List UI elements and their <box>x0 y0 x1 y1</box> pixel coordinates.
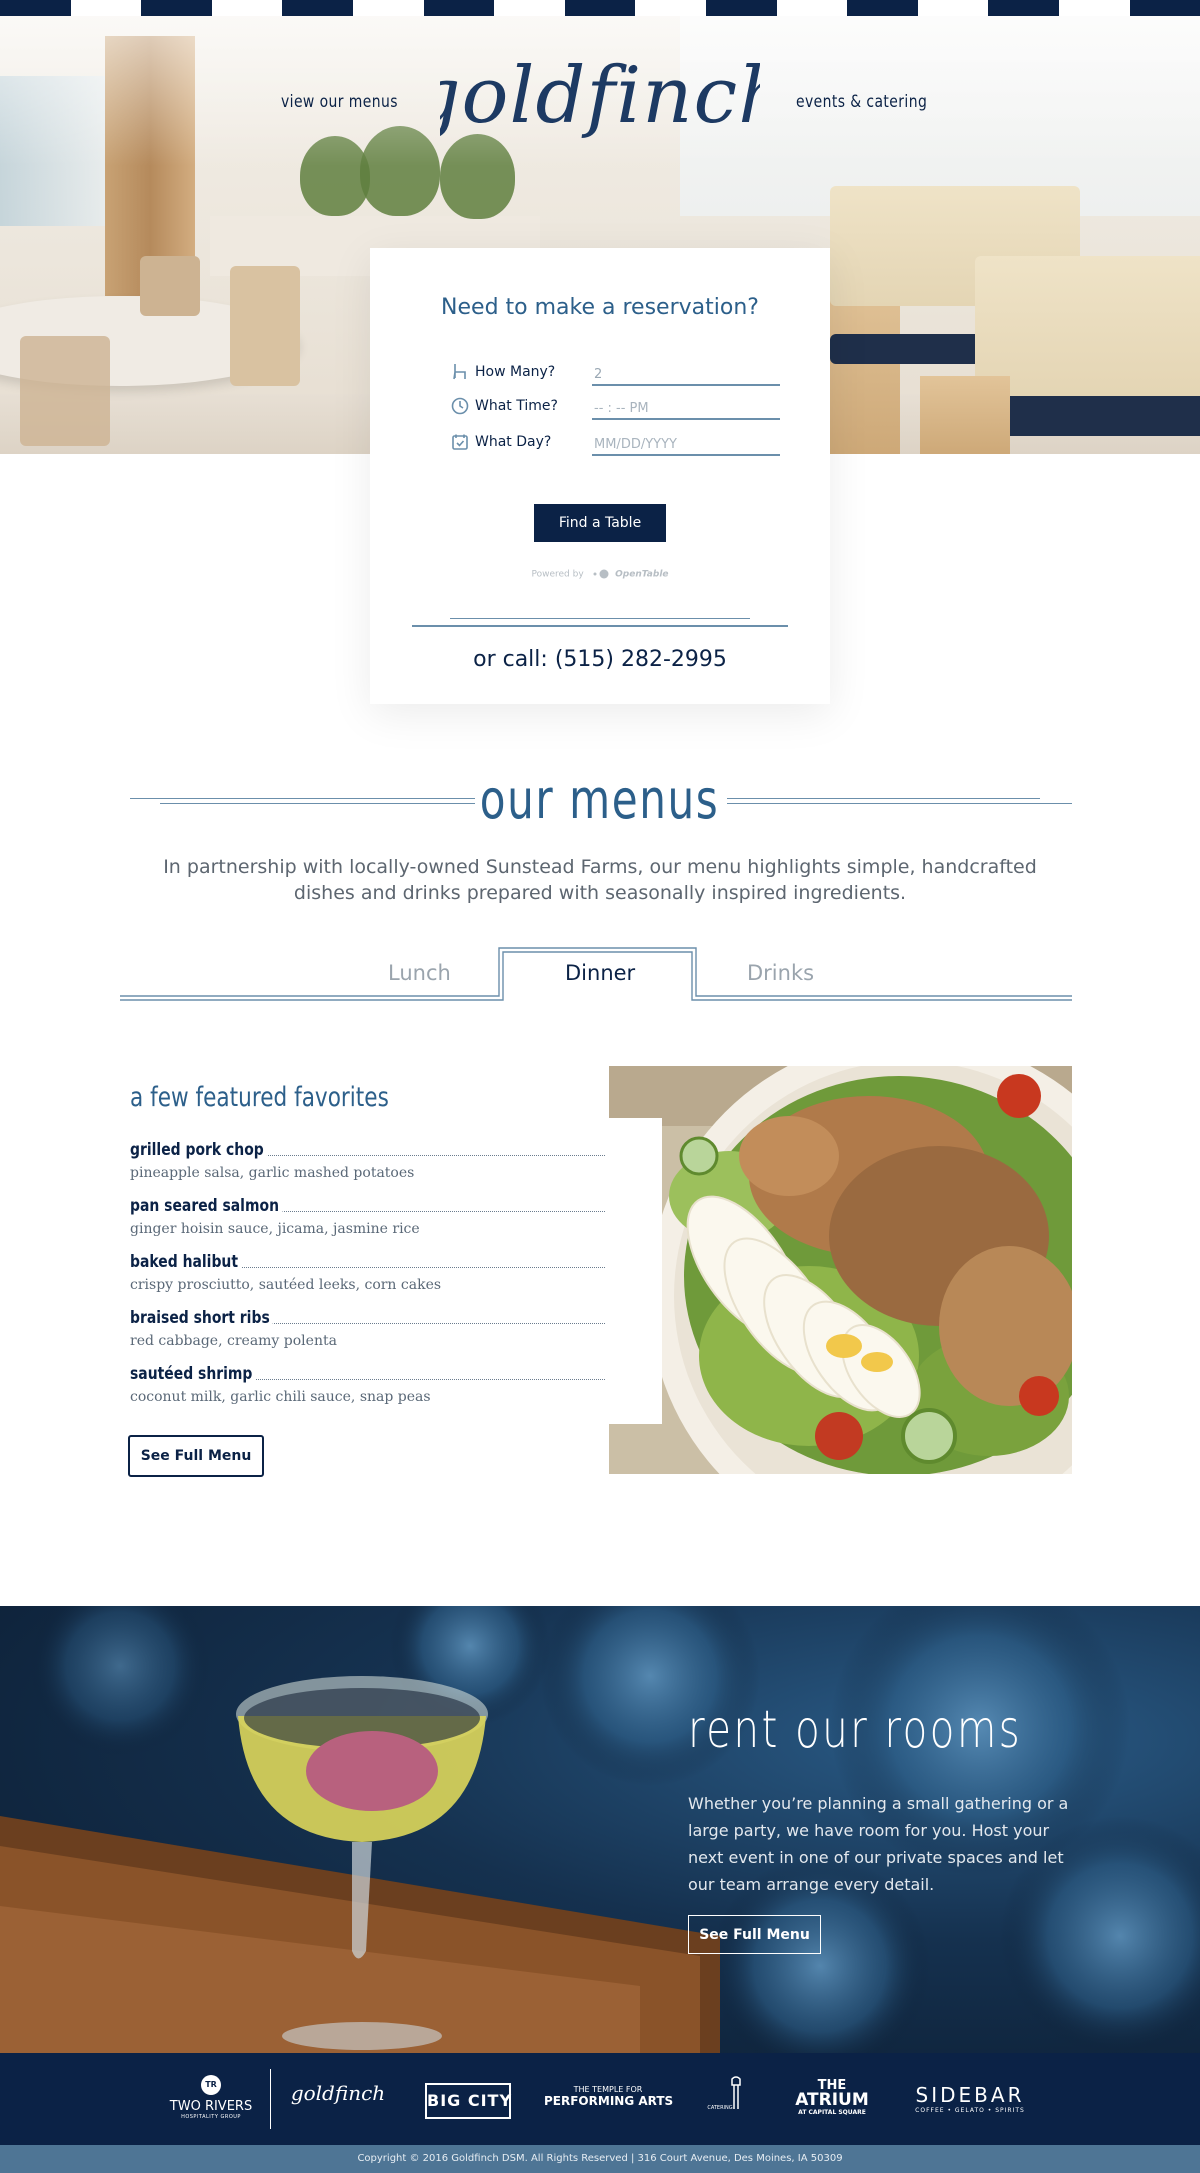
menu-item-description: crispy prosciutto, sautéed leeks, corn c… <box>130 1277 442 1293</box>
divider <box>412 625 788 627</box>
two-rivers-logo[interactable]: TR TWO RIVERS HOSPITALITY GROUP <box>165 2075 257 2120</box>
find-table-button[interactable]: Find a Table <box>534 504 666 542</box>
time-label: What Time? <box>475 398 558 414</box>
goldfinch-logo[interactable]: goldfinch <box>440 30 760 170</box>
footer-logos: TR TWO RIVERS HOSPITALITY GROUP goldfinc… <box>0 2053 1200 2145</box>
divider <box>450 618 750 619</box>
rooms-full-menu-button[interactable]: See Full Menu <box>688 1915 821 1954</box>
footer-divider <box>270 2069 271 2129</box>
nav-view-menus-link[interactable]: view our menus <box>281 92 398 112</box>
party-size-label: How Many? <box>475 364 556 380</box>
page: view our menus goldfinch events & cateri… <box>0 0 1200 2173</box>
see-full-menu-button[interactable]: See Full Menu <box>128 1435 264 1477</box>
reservation-title: Need to make a reservation? <box>441 295 759 320</box>
photo-notch <box>609 1118 662 1424</box>
tab-dinner[interactable]: Dinner <box>565 961 635 985</box>
atrium-logo[interactable]: THE ATRIUM AT CAPITAL SQUARE <box>790 2079 874 2116</box>
atrium-sub: AT CAPITAL SQUARE <box>798 2109 866 2116</box>
date-label: What Day? <box>475 434 552 450</box>
menu-item-name: braised short ribs <box>130 1308 274 1328</box>
awning-stripe <box>0 0 1200 16</box>
menu-item-name: grilled pork chop <box>130 1140 268 1160</box>
menu-tabs: Lunch Dinner Drinks <box>120 945 1072 1005</box>
goldfinch-footer-logo[interactable]: goldfinch <box>288 2081 388 2105</box>
menu-item-description: ginger hoisin sauce, jicama, jasmine ric… <box>130 1221 420 1237</box>
date-row: What Day? <box>450 430 780 460</box>
salad-photo <box>609 1066 1072 1474</box>
atrium-name: ATRIUM <box>795 2090 869 2110</box>
party-size-row: How Many? <box>450 360 780 390</box>
call-phone-text[interactable]: or call: (515) 282-2995 <box>370 647 830 672</box>
opentable-brand: OpenTable <box>615 569 669 580</box>
party-size-input[interactable] <box>592 360 780 386</box>
calendar-check-icon <box>452 434 468 450</box>
menu-item-name: baked halibut <box>130 1252 242 1272</box>
opentable-icon <box>593 569 609 579</box>
sidebar-logo[interactable]: SIDEBAR COFFEE • GELATO • SPIRITS <box>905 2083 1035 2114</box>
nav-events-catering-link[interactable]: events & catering <box>796 92 927 112</box>
menu-item: baked halibut 29 crispy prosciutto, saut… <box>130 1252 633 1302</box>
copyright: Copyright © 2016 Goldfinch DSM. All Righ… <box>0 2145 1200 2173</box>
time-row: What Time? <box>450 394 780 424</box>
menu-item: sautéed shrimp 22 coconut milk, garlic c… <box>130 1364 633 1414</box>
temple-name: PERFORMING ARTS <box>544 2094 674 2108</box>
rooms-description: Whether you’re planning a small gatherin… <box>688 1794 1069 1894</box>
date-input[interactable] <box>592 430 780 456</box>
catering-logo[interactable]: CATERING <box>706 2075 766 2115</box>
sidebar-name: SIDEBAR <box>915 2083 1025 2107</box>
reservation-card: Need to make a reservation? How Many? Wh… <box>370 248 830 704</box>
clock-icon <box>451 397 469 415</box>
powered-by-opentable[interactable]: Powered by OpenTable <box>370 569 830 580</box>
menu-item: braised short ribs 23 red cabbage, cream… <box>130 1308 633 1358</box>
menu-item-name: sautéed shrimp <box>130 1364 256 1384</box>
rooms-title: rent our rooms <box>688 1700 1023 1760</box>
featured-title: a few featured favorites <box>130 1082 389 1113</box>
catering-label: CATERING <box>707 2105 733 2111</box>
menu-item: pan seared salmon 18 ginger hoisin sauce… <box>130 1196 633 1246</box>
temple-logo[interactable]: THE TEMPLE FOR PERFORMING ARTS <box>544 2085 674 2108</box>
two-rivers-name: TWO RIVERS <box>169 2099 253 2114</box>
tab-lunch[interactable]: Lunch <box>388 961 451 985</box>
sidebar-sub: COFFEE • GELATO • SPIRITS <box>915 2107 1025 2114</box>
powered-by-label: Powered by <box>531 569 584 580</box>
two-rivers-badge: TR <box>201 2075 221 2095</box>
chair-icon <box>453 364 466 380</box>
menu-item-name: pan seared salmon <box>130 1196 283 1216</box>
temple-top: THE TEMPLE FOR <box>573 2085 643 2094</box>
menu-item: grilled pork chop 22 pineapple salsa, ga… <box>130 1140 633 1190</box>
time-input[interactable] <box>592 394 780 420</box>
tab-drinks[interactable]: Drinks <box>747 961 814 985</box>
menu-item-description: red cabbage, creamy polenta <box>130 1333 337 1349</box>
menu-item-description: coconut milk, garlic chili sauce, snap p… <box>130 1389 431 1405</box>
svg-text:goldfinch: goldfinch <box>440 51 760 141</box>
menu-item-description: pineapple salsa, garlic mashed potatoes <box>130 1165 415 1181</box>
big-city-logo[interactable]: BIG CITY <box>425 2083 511 2119</box>
two-rivers-sub: HOSPITALITY GROUP <box>181 2114 241 2120</box>
menus-title: our menus <box>480 768 720 831</box>
menus-description: In partnership with locally-owned Sunste… <box>163 856 1037 904</box>
